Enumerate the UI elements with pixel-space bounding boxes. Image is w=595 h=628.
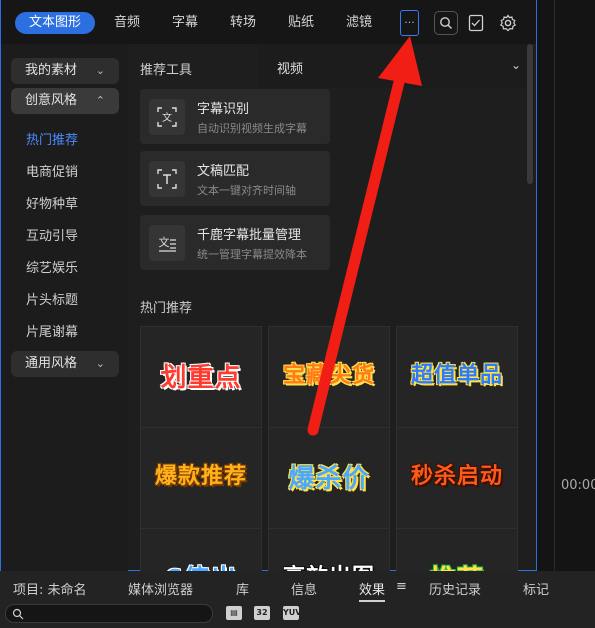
sidebar-item-ecommerce[interactable]: 电商促销 [26,161,78,180]
sidebar-item-label: 通用风格 [25,356,78,371]
text-graphics-panel: 文本图形 音频 字幕 转场 贴纸 滤镜 ··· 我的素材 ⌄ 创意风格 ⌃ 热门… [0,0,537,571]
tab-subtitles[interactable]: 字幕 [172,12,198,34]
sticker-text: 宝藏尖货 [282,363,375,388]
content-scrollbar[interactable] [527,44,533,184]
tab-info[interactable]: 信息 [291,579,317,598]
style-sidebar: 我的素材 ⌄ 创意风格 ⌃ 热门推荐 电商促销 好物种草 互动引导 综艺娱乐 片… [1,44,128,571]
text-match-icon [149,161,185,197]
tab-transitions[interactable]: 转场 [230,12,256,34]
sidebar-item-good-products[interactable]: 好物种草 [26,193,78,212]
tools-section-title: 推荐工具 [140,63,193,78]
tool-card-subtitle-batch[interactable]: 文 千鹿字幕批量管理 统一管理字幕提效降本 [140,215,330,270]
more-popup-menu: 视频 ⌄ [258,44,532,88]
chevron-down-icon: ⌄ [95,64,105,77]
tool-desc: 文本一键对齐时间轴 [197,184,296,197]
hot-section-title: 热门推荐 [140,301,193,316]
svg-text:文: 文 [162,111,172,124]
tab-text-graphics[interactable]: 文本图形 [15,12,96,34]
sticker-text: 6倍出 [141,559,261,571]
yuv-icon[interactable]: YUV [283,606,301,620]
chevron-down-icon[interactable]: ⌄ [511,58,521,72]
search-icon[interactable] [434,11,458,35]
sidebar-item-outro[interactable]: 片尾谢幕 [26,321,78,340]
chevron-up-icon: ⌃ [95,94,105,107]
sticker-text: 爆款推荐 [154,464,247,489]
tab-markers[interactable]: 标记 [523,579,549,598]
sidebar-item-hot[interactable]: 热门推荐 [26,129,78,148]
tool-name: 千鹿字幕批量管理 [197,228,302,243]
subtitle-batch-icon: 文 [149,225,185,261]
menu-icon[interactable]: ≡ [396,579,407,594]
chevron-down-icon: ⌄ [95,357,105,370]
main-content: 推荐工具 文 字幕识别 自动识别视频生成字幕 文稿匹配 文本一键对齐时间轴 文 … [128,44,526,571]
sticker-text: 推荐 [397,559,517,571]
tab-project[interactable]: 项目: 未命名 [13,579,87,598]
svg-text:文: 文 [159,235,170,249]
bottom-panel-bar: 项目: 未命名 媒体浏览器 库 信息 效果 ≡ 历史记录 标记 ▤ 32 YUV [0,571,595,628]
tab-audio[interactable]: 音频 [114,12,140,34]
tool-desc: 自动识别视频生成字幕 [197,122,307,135]
divider [554,0,555,571]
tab-stickers[interactable]: 贴纸 [288,12,314,34]
sticker-text: 划重点 [160,363,242,393]
sticker-thumbnail[interactable]: 推荐 [396,528,518,571]
32bit-icon[interactable]: 32 [254,606,270,620]
tool-card-text-match[interactable]: 文稿匹配 文本一键对齐时间轴 [140,151,330,206]
timecode: 00:00 [561,478,595,493]
tool-card-subtitle-recognize[interactable]: 文 字幕识别 自动识别视频生成字幕 [140,89,330,144]
category-tabs-bar: 文本图形 音频 字幕 转场 贴纸 滤镜 ··· [1,0,536,44]
sidebar-item-general-style[interactable]: 通用风格 ⌄ [11,351,119,377]
sidebar-item-intro-title[interactable]: 片头标题 [26,289,78,308]
tab-history[interactable]: 历史记录 [429,579,481,598]
search-icon [12,608,24,620]
sticker-text: 超值单品 [410,363,503,388]
sticker-text: 爆杀价 [288,464,370,494]
tab-effects[interactable]: 效果 [359,579,386,602]
checklist-icon[interactable] [464,11,488,35]
gear-icon[interactable] [496,11,520,35]
more-icon[interactable]: ··· [400,10,419,36]
sidebar-item-label: 我的素材 [25,63,78,78]
tool-name: 字幕识别 [197,102,250,117]
tab-media-browser[interactable]: 媒体浏览器 [128,579,193,598]
sticker-thumbnail[interactable]: 6倍出 [140,528,262,571]
tab-library[interactable]: 库 [236,579,249,598]
sticker-text: 秒杀启动 [410,464,503,489]
sidebar-item-creative-style[interactable]: 创意风格 ⌃ [11,88,119,114]
sticker-text: 高效出图 [269,559,389,571]
effects-search-input[interactable] [5,604,213,623]
sidebar-item-my-assets[interactable]: 我的素材 ⌄ [11,58,119,84]
tool-name: 文稿匹配 [197,164,250,179]
sidebar-item-interaction[interactable]: 互动引导 [26,225,78,244]
tab-filters[interactable]: 滤镜 [346,12,372,34]
tool-desc: 统一管理字幕提效降本 [197,248,307,261]
menu-item-video[interactable]: 视频 [277,58,303,77]
accelerated-effects-icon[interactable]: ▤ [226,606,242,620]
sidebar-item-label: 创意风格 [25,93,78,108]
sticker-thumbnail[interactable]: 高效出图 [268,528,390,571]
sidebar-item-variety[interactable]: 综艺娱乐 [26,257,78,276]
subtitle-recognize-icon: 文 [149,99,185,135]
